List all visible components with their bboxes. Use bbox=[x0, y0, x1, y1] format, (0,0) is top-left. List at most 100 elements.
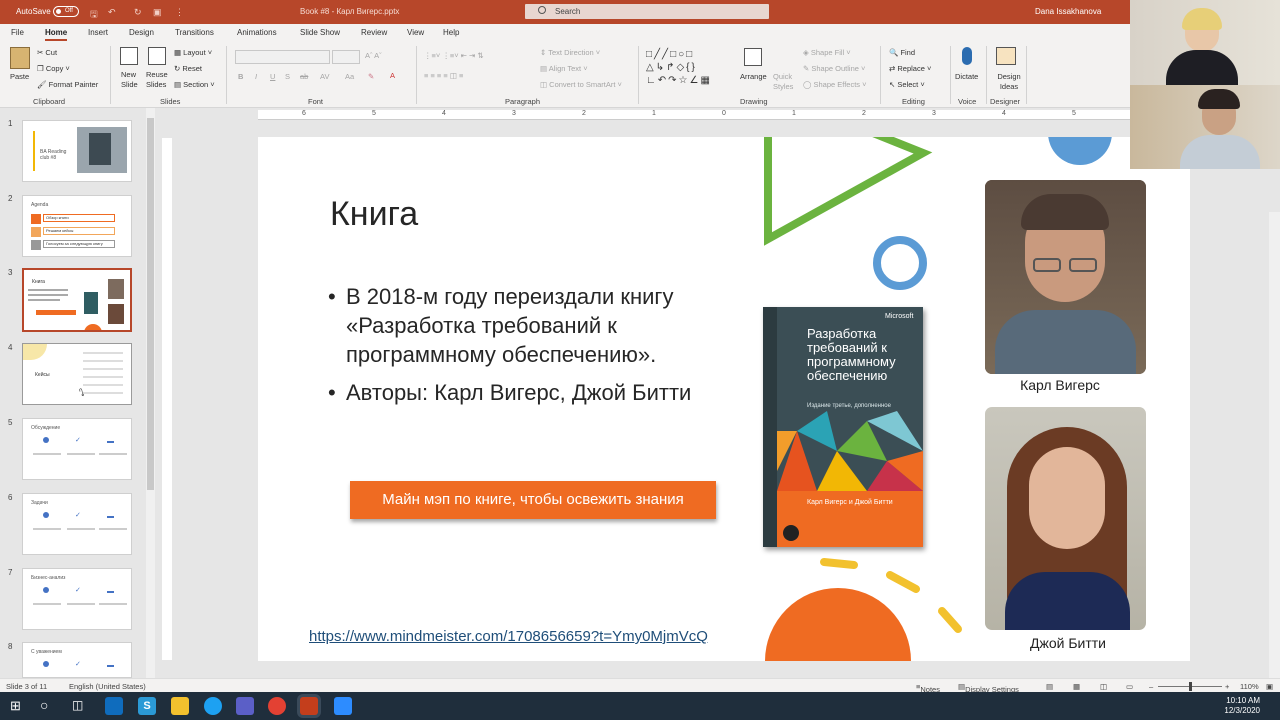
slide-title[interactable]: Книга bbox=[330, 195, 418, 234]
start-from-beginning-icon[interactable]: ▣ bbox=[153, 7, 162, 18]
slide-thumbnail-6[interactable]: Задачи ✓ bbox=[22, 493, 132, 555]
mindmap-button[interactable]: Майн мэп по книге, чтобы освежить знания bbox=[350, 481, 716, 519]
char-spacing-button[interactable]: AV bbox=[320, 72, 329, 81]
arrange-button[interactable]: Arrange bbox=[740, 72, 767, 81]
shapes-gallery[interactable]: □╱╱□○□ △↳↱◇{} ∟↶↷☆∠▦ bbox=[646, 48, 738, 88]
mindmeister-link[interactable]: https://www.mindmeister.com/1708656659?t… bbox=[309, 628, 708, 645]
zoom-level[interactable]: 110% bbox=[1240, 682, 1259, 691]
new-slide-icon[interactable] bbox=[120, 47, 138, 65]
font-size-select[interactable] bbox=[332, 50, 360, 64]
bold-button[interactable]: B bbox=[238, 72, 243, 81]
teams-icon[interactable] bbox=[236, 697, 254, 715]
tab-home[interactable]: Home bbox=[45, 28, 68, 41]
reuse-slides-icon[interactable] bbox=[148, 47, 166, 65]
tab-review[interactable]: Review bbox=[361, 28, 387, 37]
microphone-icon[interactable] bbox=[962, 47, 972, 65]
powerpoint-icon[interactable] bbox=[300, 697, 318, 715]
thumbnail-scrollbar-thumb[interactable] bbox=[147, 118, 154, 490]
tab-slide-show[interactable]: Slide Show bbox=[300, 28, 340, 37]
slide-thumbnail-4[interactable]: Кейсы ⭛ bbox=[22, 343, 132, 405]
design-ideas-icon[interactable] bbox=[996, 47, 1016, 65]
shadow-button[interactable]: S bbox=[285, 72, 290, 81]
convert-smartart-button[interactable]: ◫ Convert to SmartArt ˅ bbox=[540, 80, 622, 89]
system-clock[interactable]: 10:10 AM 12/3/2020 bbox=[1224, 696, 1260, 716]
align-text-button[interactable]: ▤ Align Text ˅ bbox=[540, 64, 588, 73]
underline-button[interactable]: U bbox=[270, 72, 275, 81]
reset-button[interactable]: ↻ Reset bbox=[174, 64, 202, 73]
slide-canvas[interactable]: Книга • В 2018-м году переиздали книгу «… bbox=[258, 137, 1190, 661]
slide-thumbnail-8[interactable]: С уважением ✓ bbox=[22, 642, 132, 678]
bullet-2[interactable]: • Авторы: Карл Вигерс, Джой Битти bbox=[328, 378, 728, 436]
strikethrough-button[interactable]: ab bbox=[300, 72, 308, 81]
format-painter-button[interactable]: 🖌 Format Painter bbox=[37, 80, 98, 89]
design-ideas-button[interactable]: Design Ideas bbox=[994, 72, 1024, 92]
file-explorer-icon[interactable] bbox=[171, 697, 189, 715]
tab-animations[interactable]: Animations bbox=[237, 28, 277, 37]
zoom-out-button[interactable]: – bbox=[1149, 682, 1153, 691]
outlook-icon[interactable] bbox=[105, 697, 123, 715]
task-view-icon[interactable]: ◫ bbox=[72, 698, 83, 712]
dictate-button[interactable]: Dictate bbox=[955, 72, 978, 81]
section-button[interactable]: ▤ Section ˅ bbox=[174, 80, 215, 89]
new-slide-button[interactable]: New Slide bbox=[121, 70, 141, 90]
replace-button[interactable]: ⇄ Replace ˅ bbox=[889, 64, 931, 73]
tab-design[interactable]: Design bbox=[129, 28, 154, 37]
slide-thumbnail-2[interactable]: Agenda Обзор книги Решаем кейсы Голосуем… bbox=[22, 195, 132, 257]
tab-file[interactable]: File bbox=[11, 28, 24, 37]
edge-icon[interactable] bbox=[204, 697, 222, 715]
tab-view[interactable]: View bbox=[407, 28, 424, 37]
paste-icon[interactable] bbox=[10, 47, 30, 69]
display-settings-button[interactable]: ▤ Display Settings bbox=[958, 682, 1019, 694]
normal-view-icon[interactable]: ▤ bbox=[1046, 682, 1053, 691]
shape-outline-button[interactable]: ✎ Shape Outline ˅ bbox=[803, 64, 865, 73]
align-icons[interactable]: ≡ ≡ ≡ ≡ ◫ ≡ bbox=[424, 71, 463, 80]
zoom-slider-thumb[interactable] bbox=[1189, 682, 1192, 691]
zoom-in-button[interactable]: + bbox=[1225, 682, 1229, 691]
windows-start-icon[interactable]: ⊞ bbox=[10, 698, 21, 714]
bullets-icon[interactable]: ⋮≡˅ ⋮≡˅ ⇤ ⇥ ⇅ bbox=[424, 51, 484, 60]
font-grow-icon[interactable]: Aˆ Aˇ bbox=[365, 51, 382, 60]
italic-button[interactable]: I bbox=[255, 72, 257, 81]
arrange-icon[interactable] bbox=[744, 48, 762, 66]
paste-button[interactable]: Paste bbox=[10, 72, 29, 81]
quick-styles-button[interactable]: Quick Styles bbox=[773, 72, 797, 92]
change-case-button[interactable]: Aa bbox=[345, 72, 354, 81]
fit-to-window-icon[interactable]: ▣ bbox=[1266, 682, 1273, 691]
language-indicator[interactable]: English (United States) bbox=[69, 682, 146, 691]
highlight-icon[interactable]: ✎ bbox=[368, 72, 374, 81]
slide-thumbnail-1[interactable]: BA Reading club #8 bbox=[22, 120, 132, 182]
undo-icon[interactable]: ↶ bbox=[108, 7, 116, 18]
reading-view-icon[interactable]: ◫ bbox=[1100, 682, 1107, 691]
shape-effects-button[interactable]: ◯ Shape Effects ˅ bbox=[803, 80, 867, 89]
slide-sorter-icon[interactable]: ▦ bbox=[1073, 682, 1080, 691]
cut-button[interactable]: ✂ Cut bbox=[37, 48, 57, 57]
layout-button[interactable]: ▦ Layout ˅ bbox=[174, 48, 212, 57]
skype-icon[interactable]: S bbox=[138, 697, 156, 715]
font-name-select[interactable] bbox=[235, 50, 330, 64]
redo-icon[interactable]: ↻ bbox=[134, 7, 142, 18]
search-input[interactable]: Search bbox=[525, 4, 769, 19]
customize-toolbar-icon[interactable]: ⋮ bbox=[175, 7, 184, 18]
chrome-icon[interactable] bbox=[268, 697, 286, 715]
search-circle-icon[interactable]: ○ bbox=[40, 697, 48, 713]
tab-insert[interactable]: Insert bbox=[88, 28, 108, 37]
slideshow-view-icon[interactable]: ▭ bbox=[1126, 682, 1133, 691]
reuse-slides-button[interactable]: Reuse Slides bbox=[146, 70, 172, 90]
tab-transitions[interactable]: Transitions bbox=[175, 28, 214, 37]
notes-button[interactable]: ≡ Notes bbox=[916, 682, 940, 694]
find-button[interactable]: 🔍 Find bbox=[889, 48, 915, 57]
slide-thumbnail-7[interactable]: Бизнес-анализ ✓ bbox=[22, 568, 132, 630]
zoom-app-icon[interactable] bbox=[334, 697, 352, 715]
autosave-toggle[interactable]: Off bbox=[53, 6, 79, 17]
user-name[interactable]: Dana Issakhanova bbox=[1035, 7, 1101, 16]
slide-thumbnail-3-selected[interactable]: Книга bbox=[22, 268, 132, 332]
copy-button[interactable]: ❐ Copy ˅ bbox=[37, 64, 70, 73]
shape-fill-button[interactable]: ◈ Shape Fill ˅ bbox=[803, 48, 851, 57]
text-direction-button[interactable]: ⇕ Text Direction ˅ bbox=[540, 48, 600, 57]
tab-help[interactable]: Help bbox=[443, 28, 459, 37]
vertical-scrollbar[interactable] bbox=[1269, 212, 1280, 678]
slide-thumbnail-5[interactable]: Обсуждение ✓ bbox=[22, 418, 132, 480]
bullet-1[interactable]: • В 2018-м году переиздали книгу «Разраб… bbox=[328, 282, 728, 372]
font-color-icon[interactable]: A bbox=[390, 71, 395, 80]
select-button[interactable]: ↖ Select ˅ bbox=[889, 80, 925, 89]
